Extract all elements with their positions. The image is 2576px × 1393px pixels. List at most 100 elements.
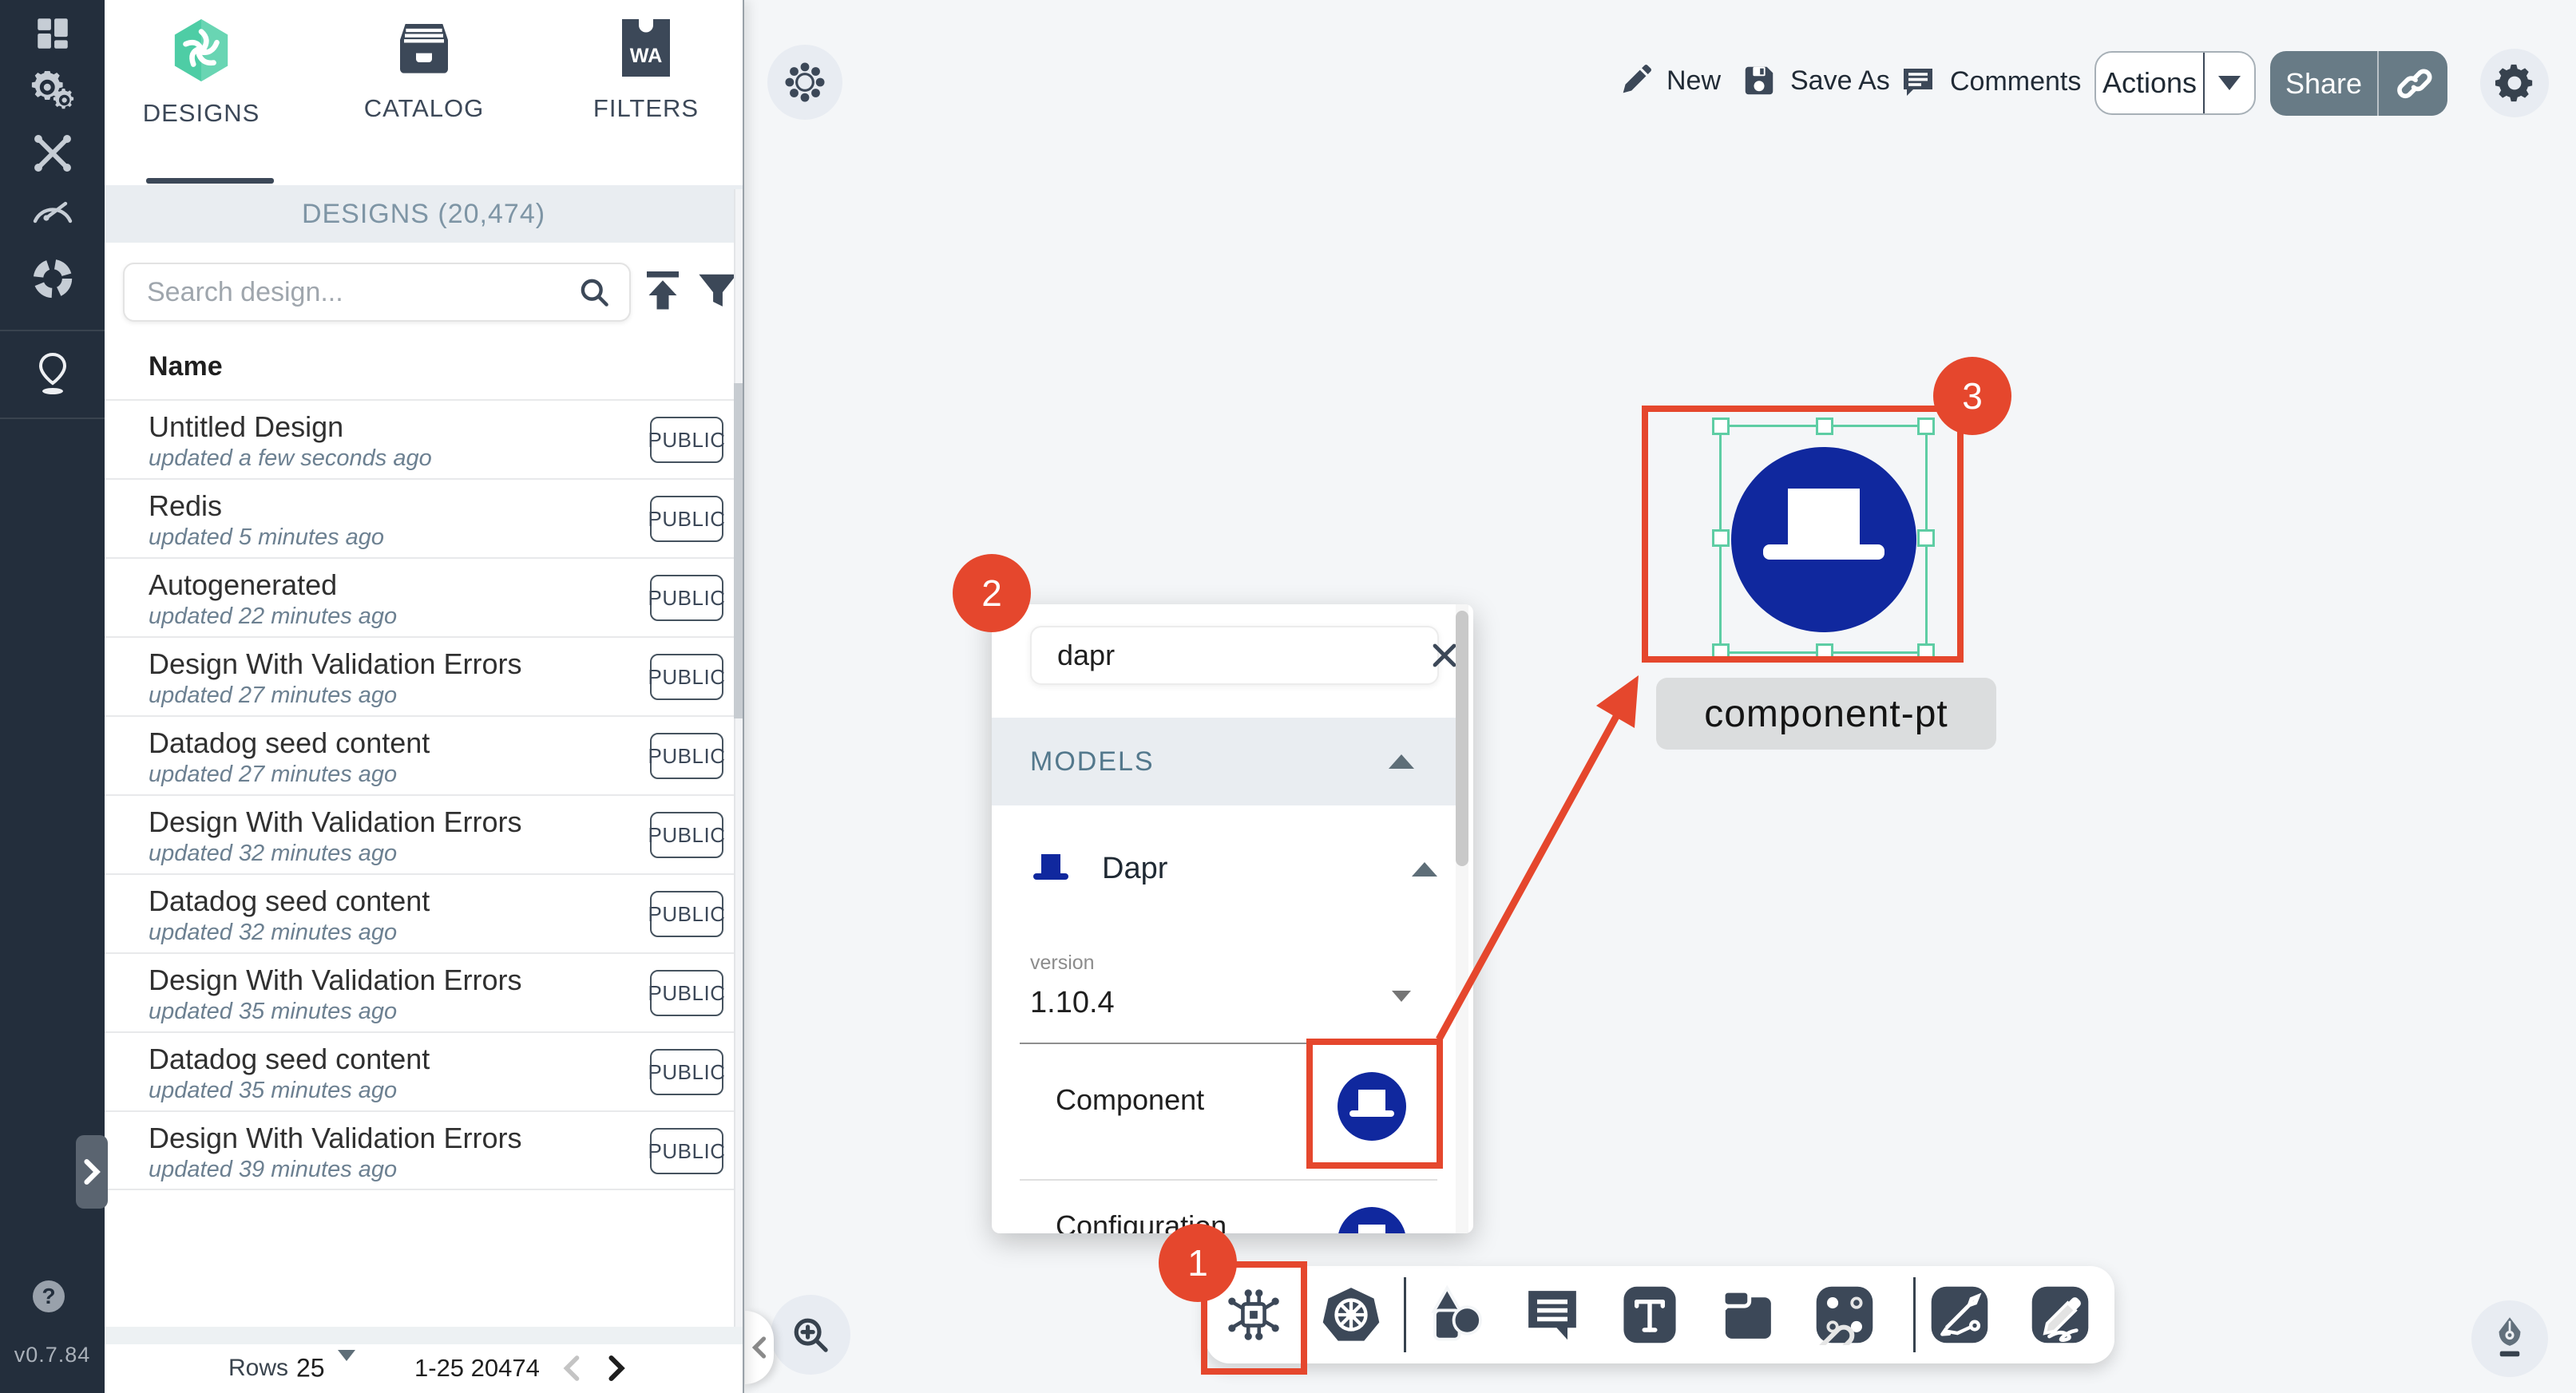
sidebar-expand-handle[interactable] [76,1135,108,1209]
designs-panel: DESIGNS CATALOG WA FILTERS DESIGNS (20,4… [105,0,744,1393]
tab-catalog[interactable]: CATALOG [336,16,512,184]
rows-per-page-caret-icon[interactable] [338,1361,355,1375]
dapr-model-icon [1030,853,1076,886]
pagination-bar: Rows 25 1-25 20474 [105,1344,743,1391]
filter-funnel-icon[interactable] [697,269,739,314]
upload-design-icon[interactable] [643,269,683,314]
component-node-label[interactable]: component-pt [1656,678,1996,750]
configuration-drag-icon[interactable] [1338,1207,1406,1233]
comments-label: Comments [1950,66,2081,97]
meshery-designs-logo-icon [170,16,232,85]
design-list-item[interactable]: Untitled Design updated a few seconds ag… [105,399,736,478]
design-list-item[interactable]: Design With Validation Errors updated 32… [105,794,736,873]
design-visibility-badge: PUBLIC [650,812,723,858]
comments-bubble-icon [1899,62,1937,101]
design-updated: updated 22 minutes ago [149,604,397,630]
version-caret-icon[interactable] [1392,1002,1411,1016]
text-tool-icon[interactable] [1621,1284,1678,1345]
design-list-item[interactable]: Design With Validation Errors updated 39… [105,1110,736,1189]
model-row-dapr[interactable]: Dapr [1030,852,1439,886]
models-section-header[interactable]: MODELS [992,718,1459,805]
design-updated: updated 27 minutes ago [149,762,397,788]
pencil-new-icon [1617,62,1654,99]
collapse-section-icon[interactable] [1389,754,1414,769]
model-panel-scrollbar-thumb[interactable] [1456,611,1468,866]
design-name: Design With Validation Errors [149,805,522,839]
version-select[interactable]: 1.10.4 [1030,986,1115,1020]
design-list-item[interactable]: Autogenerated updated 22 minutes ago PUB… [105,557,736,636]
link-tool-icon[interactable] [1814,1284,1875,1345]
design-updated: updated 27 minutes ago [149,683,397,709]
zoom-in-magnifier-icon [789,1313,832,1356]
extensions-icon[interactable] [31,257,74,300]
design-list-item[interactable]: Redis updated 5 minutes ago PUBLIC [105,478,736,557]
model-search-input[interactable] [1032,639,1429,672]
design-name: Datadog seed content [149,884,430,918]
design-list-scrollbar[interactable] [734,189,743,1327]
design-list-item[interactable]: Datadog seed content updated 32 minutes … [105,873,736,952]
svg-text:WA: WA [630,45,663,67]
dock-divider [1404,1277,1406,1352]
design-updated: updated 35 minutes ago [149,999,397,1025]
model-name: Dapr [1102,852,1167,886]
design-list-item[interactable]: Datadog seed content updated 27 minutes … [105,715,736,794]
lifecycle-gears-icon[interactable] [31,71,74,114]
save-as-label: Save As [1790,65,1890,97]
tab-designs[interactable]: DESIGNS [113,16,289,184]
design-visibility-badge: PUBLIC [650,891,723,937]
chevron-left-icon [751,1335,768,1360]
next-page-icon[interactable] [606,1354,627,1383]
save-as-button[interactable]: Save As [1741,62,1890,99]
shapes-tool-icon[interactable] [1424,1284,1486,1346]
design-updated: updated 32 minutes ago [149,920,397,946]
panel-gap-strip [105,1327,743,1344]
catalog-archive-icon [392,16,456,80]
help-button[interactable]: ? [33,1280,65,1312]
settings-button[interactable] [2480,49,2549,117]
actions-dropdown-caret-icon[interactable] [2205,76,2254,90]
tab-filters[interactable]: WA FILTERS [558,16,734,184]
previous-page-icon[interactable] [561,1354,582,1383]
actions-button[interactable]: Actions [2094,51,2256,115]
comment-tool-icon[interactable] [1522,1284,1583,1345]
pencil-draw-tool-icon[interactable] [2030,1284,2091,1345]
design-visibility-badge: PUBLIC [650,733,723,779]
design-list-scrollbar-thumb[interactable] [734,383,743,718]
tab-filters-label: FILTERS [593,94,699,123]
annotation-step-2: 2 [953,554,1031,632]
rows-per-page-select[interactable]: 25 [296,1353,325,1383]
design-updated: updated 32 minutes ago [149,841,397,867]
share-button[interactable]: Share [2270,51,2447,116]
performance-speedometer-icon[interactable] [30,196,75,228]
pen-arrow-tool-icon[interactable] [1929,1284,1990,1345]
new-design-button[interactable]: New [1617,62,1721,99]
comments-button[interactable]: Comments [1899,62,2081,101]
configuration-tools-icon[interactable] [31,132,74,175]
kubernetes-tool-icon[interactable] [1321,1285,1381,1344]
annotation-step-3: 3 [1933,357,2011,435]
design-list: Untitled Design updated a few seconds ag… [105,399,736,1189]
design-list-item[interactable]: Datadog seed content updated 35 minutes … [105,1031,736,1110]
dashboard-icon[interactable] [33,14,73,53]
design-list-item[interactable]: Design With Validation Errors updated 27… [105,636,736,715]
list-divider [105,1189,736,1190]
note-tool-icon[interactable] [1717,1284,1777,1345]
kanvas-pin-icon[interactable] [34,351,72,396]
panel-collapse-handle[interactable] [745,1311,774,1384]
zoom-button[interactable] [771,1295,850,1375]
design-visibility-badge: PUBLIC [650,417,723,463]
copy-link-icon[interactable] [2379,63,2447,105]
sidebar-divider [0,418,105,419]
design-mode-button[interactable] [2471,1300,2548,1377]
cluster-view-button[interactable] [767,45,842,120]
design-updated: updated 5 minutes ago [149,524,384,551]
search-icon[interactable] [577,275,612,310]
item-divider [1020,1179,1437,1181]
design-list-item[interactable]: Design With Validation Errors updated 35… [105,952,736,1031]
collapse-model-icon[interactable] [1412,862,1437,877]
active-tab-underline [146,178,274,184]
design-visibility-badge: PUBLIC [650,970,723,1016]
design-search-input[interactable] [125,277,577,308]
design-name: Datadog seed content [149,1043,430,1076]
pagination-range: 1-25 20474 [414,1354,540,1383]
